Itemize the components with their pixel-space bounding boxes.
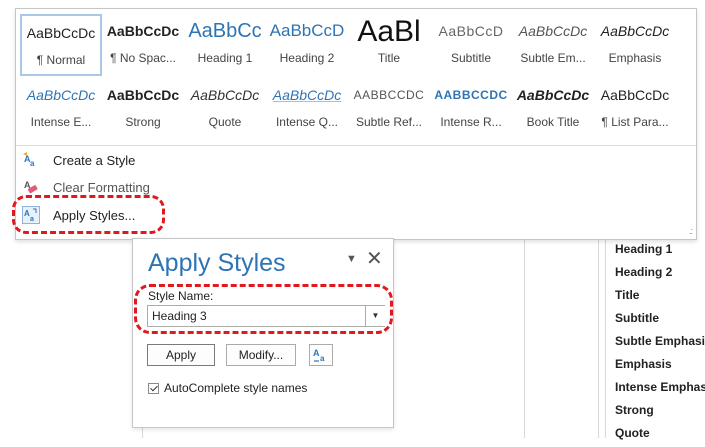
style-sample: AaBbCcDc <box>600 23 670 39</box>
style-list-item[interactable]: Intense Emphasis <box>615 378 705 401</box>
style-sample: AaBbCc <box>188 20 262 42</box>
style-list-item[interactable]: Subtitle <box>615 309 705 332</box>
pane-options-icon[interactable]: ▼ <box>346 253 357 265</box>
style-label: ¶ List Para... <box>601 115 669 129</box>
svg-text:A: A <box>313 348 320 358</box>
close-icon[interactable]: ✕ <box>366 246 383 271</box>
style-sample: AABBCCDC <box>434 88 508 102</box>
styles-icon: A a <box>313 348 325 363</box>
style-tile-heading-1[interactable]: AaBbCc Heading 1 <box>184 14 266 76</box>
style-sample: AaBbCcDc <box>26 25 96 41</box>
style-sample: AaBbCcDc <box>106 23 180 39</box>
style-label: Quote <box>208 115 242 129</box>
style-list-item[interactable]: Heading 2 <box>615 263 705 286</box>
clear-formatting-icon: A <box>22 178 40 196</box>
style-sample: AaBbCcDc <box>518 23 588 39</box>
styles-gallery: AaBbCcDc ¶ Normal AaBbCcDc ¶ No Spac... … <box>15 8 697 240</box>
style-label: Intense E... <box>30 115 92 129</box>
style-name-label: Style Name: <box>148 289 214 303</box>
style-list-item[interactable]: Strong <box>615 401 705 424</box>
style-label: Heading 1 <box>197 51 253 65</box>
styles-pane-button[interactable]: A a <box>309 344 333 366</box>
style-tile-book-title[interactable]: AaBbCcDc Book Title <box>512 78 594 140</box>
svg-text:a: a <box>320 354 325 363</box>
style-label: ¶ Normal <box>36 53 86 67</box>
style-tile-heading-2[interactable]: AaBbCcD Heading 2 <box>266 14 348 76</box>
style-name-input[interactable] <box>147 305 385 327</box>
style-sample: AaBbCcD <box>438 23 504 39</box>
style-label: Book Title <box>526 115 580 129</box>
style-label: Intense R... <box>440 115 502 129</box>
pane-title: Apply Styles <box>148 249 286 277</box>
apply-styles-pane: Apply Styles ▼ ✕ Style Name: ▼ Apply Mod… <box>132 238 394 428</box>
style-tile-normal[interactable]: AaBbCcDc ¶ Normal <box>20 14 102 76</box>
style-list-item[interactable]: Heading 1 <box>615 240 705 263</box>
style-sample: AABBCCDC <box>353 88 425 102</box>
style-tile-emphasis[interactable]: AaBbCcDc Emphasis <box>594 14 676 76</box>
styles-pane-list: Heading 1 Heading 2 Title Subtitle Subtl… <box>615 240 705 447</box>
style-list-item[interactable]: Title <box>615 286 705 309</box>
style-list-item[interactable]: Quote <box>615 424 705 447</box>
style-label: Title <box>377 51 401 65</box>
apply-styles-icon: A a <box>22 206 40 224</box>
style-tile-intense-quote[interactable]: AaBbCcDc Intense Q... <box>266 78 348 140</box>
style-tile-intense-reference[interactable]: AABBCCDC Intense R... <box>430 78 512 140</box>
modify-button[interactable]: Modify... <box>226 344 296 366</box>
style-tile-strong[interactable]: AaBbCcDc Strong <box>102 78 184 140</box>
style-label: Strong <box>125 115 161 129</box>
create-style-icon: A a <box>22 151 40 169</box>
create-style-menu-item[interactable]: A a Create a Style <box>22 148 322 172</box>
style-sample: AaBbCcDc <box>600 87 670 103</box>
clear-formatting-menu-item[interactable]: A Clear Formatting <box>22 175 322 199</box>
svg-text:a: a <box>30 216 34 223</box>
style-list-item[interactable]: Emphasis <box>615 355 705 378</box>
create-style-label: Create a Style <box>53 152 136 168</box>
svg-text:a: a <box>30 159 35 168</box>
style-sample: AaBbCcD <box>269 21 345 40</box>
style-sample: AaBbCcDc <box>516 87 590 103</box>
style-label: Intense Q... <box>275 115 339 129</box>
autocomplete-checkbox[interactable] <box>148 382 159 394</box>
clear-formatting-label: Clear Formatting <box>53 179 150 195</box>
style-list-item[interactable]: Subtle Emphasis <box>615 332 705 355</box>
style-tile-list-paragraph[interactable]: AaBbCcDc ¶ List Para... <box>594 78 676 140</box>
apply-styles-menu-item[interactable]: A a Apply Styles... <box>22 203 322 227</box>
autocomplete-label: AutoComplete style names <box>164 381 308 395</box>
style-label: Subtitle <box>450 51 492 65</box>
style-sample: AaBbCcDc <box>26 87 96 103</box>
style-tile-no-spacing[interactable]: AaBbCcDc ¶ No Spac... <box>102 14 184 76</box>
style-label: Emphasis <box>608 51 662 65</box>
style-label: Heading 2 <box>279 51 335 65</box>
style-sample: AaBbCcDc <box>106 87 180 103</box>
style-tile-subtle-reference[interactable]: AABBCCDC Subtle Ref... <box>348 78 430 140</box>
style-tile-intense-emphasis[interactable]: AaBbCcDc Intense E... <box>20 78 102 140</box>
style-label: Subtle Ref... <box>355 115 423 129</box>
apply-styles-label: Apply Styles... <box>53 207 136 223</box>
divider <box>598 238 599 438</box>
chevron-down-icon[interactable]: ▼ <box>365 306 385 326</box>
style-tile-quote[interactable]: AaBbCcDc Quote <box>184 78 266 140</box>
divider <box>605 238 606 438</box>
style-sample: AaBbCcDc <box>190 87 260 103</box>
style-tile-subtitle[interactable]: AaBbCcD Subtitle <box>430 14 512 76</box>
divider <box>524 238 525 438</box>
style-label: Subtle Em... <box>520 51 586 65</box>
apply-button[interactable]: Apply <box>147 344 215 366</box>
style-label: ¶ No Spac... <box>110 51 176 65</box>
style-tile-title[interactable]: AaBl Title <box>348 14 430 76</box>
style-tile-subtle-emphasis[interactable]: AaBbCcDc Subtle Em... <box>512 14 594 76</box>
style-sample: AaBl <box>357 15 421 48</box>
resize-grip-icon[interactable]: .: <box>689 226 693 236</box>
gallery-divider <box>16 145 696 146</box>
autocomplete-option[interactable]: AutoComplete style names <box>148 381 307 395</box>
style-sample: AaBbCcDc <box>272 87 342 103</box>
